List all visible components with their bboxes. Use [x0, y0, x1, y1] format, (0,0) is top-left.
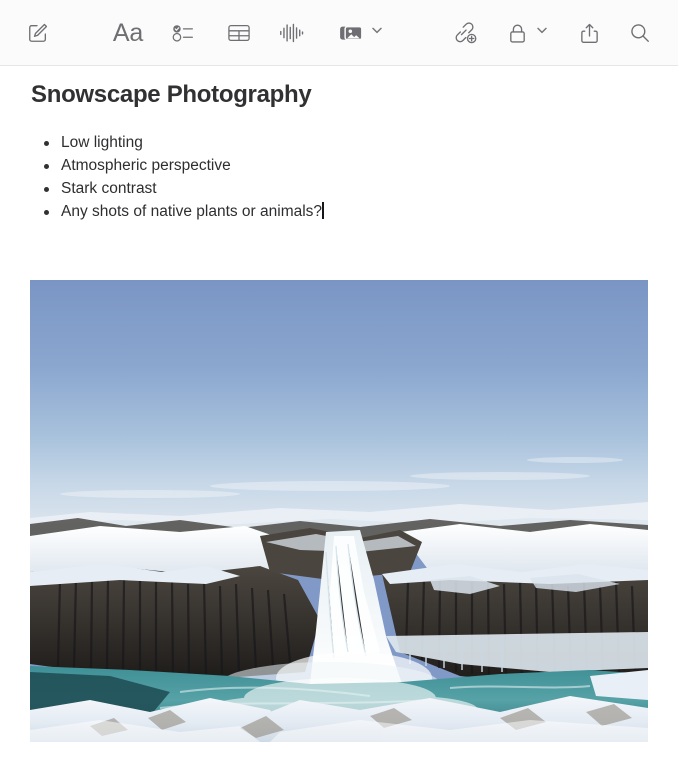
list-item[interactable]: Any shots of native plants or animals?	[31, 200, 591, 223]
list-item-label: Stark contrast	[61, 180, 157, 197]
toolbar: Aa	[0, 0, 678, 66]
media-icon	[339, 22, 365, 45]
insert-table-button[interactable]	[222, 14, 256, 52]
text-caret	[322, 202, 325, 219]
waveform-icon	[278, 21, 304, 45]
chevron-down-icon-media[interactable]	[370, 23, 384, 37]
lock-icon	[507, 22, 528, 45]
lock-note-button[interactable]	[501, 14, 533, 52]
bullet-list: Low lighting Atmospheric perspective Sta…	[31, 131, 591, 223]
share-note-button[interactable]	[573, 14, 605, 52]
list-item[interactable]: Low lighting	[31, 131, 591, 154]
checklist-icon	[172, 22, 195, 44]
compose-icon	[27, 22, 49, 44]
list-item-label: Any shots of native plants or animals?	[61, 203, 323, 220]
table-icon	[227, 22, 251, 44]
chevron-down-icon-lock[interactable]	[535, 23, 549, 37]
link-add-icon	[453, 21, 478, 45]
notes-window: Aa Snowscape Photography Low lighting At…	[0, 0, 678, 780]
page-title: Snowscape Photography	[31, 81, 312, 108]
format-text-button[interactable]: Aa	[110, 14, 146, 52]
search-icon	[629, 22, 651, 44]
list-item[interactable]: Atmospheric perspective	[31, 154, 591, 177]
list-item-label: Low lighting	[61, 134, 143, 151]
list-item-label: Atmospheric perspective	[61, 157, 231, 174]
list-item[interactable]: Stark contrast	[31, 177, 591, 200]
insert-media-button[interactable]	[335, 14, 369, 52]
add-link-button[interactable]	[448, 14, 482, 52]
share-icon	[579, 22, 600, 45]
note-body[interactable]: Snowscape Photography Low lighting Atmos…	[0, 67, 678, 780]
note-photo[interactable]	[30, 280, 648, 742]
search-notes-button[interactable]	[624, 14, 656, 52]
aa-icon: Aa	[112, 18, 144, 47]
checklist-button[interactable]	[166, 14, 200, 52]
waterfall-photo-image	[30, 280, 648, 742]
compose-note-button[interactable]	[22, 14, 54, 52]
record-audio-button[interactable]	[274, 14, 308, 52]
